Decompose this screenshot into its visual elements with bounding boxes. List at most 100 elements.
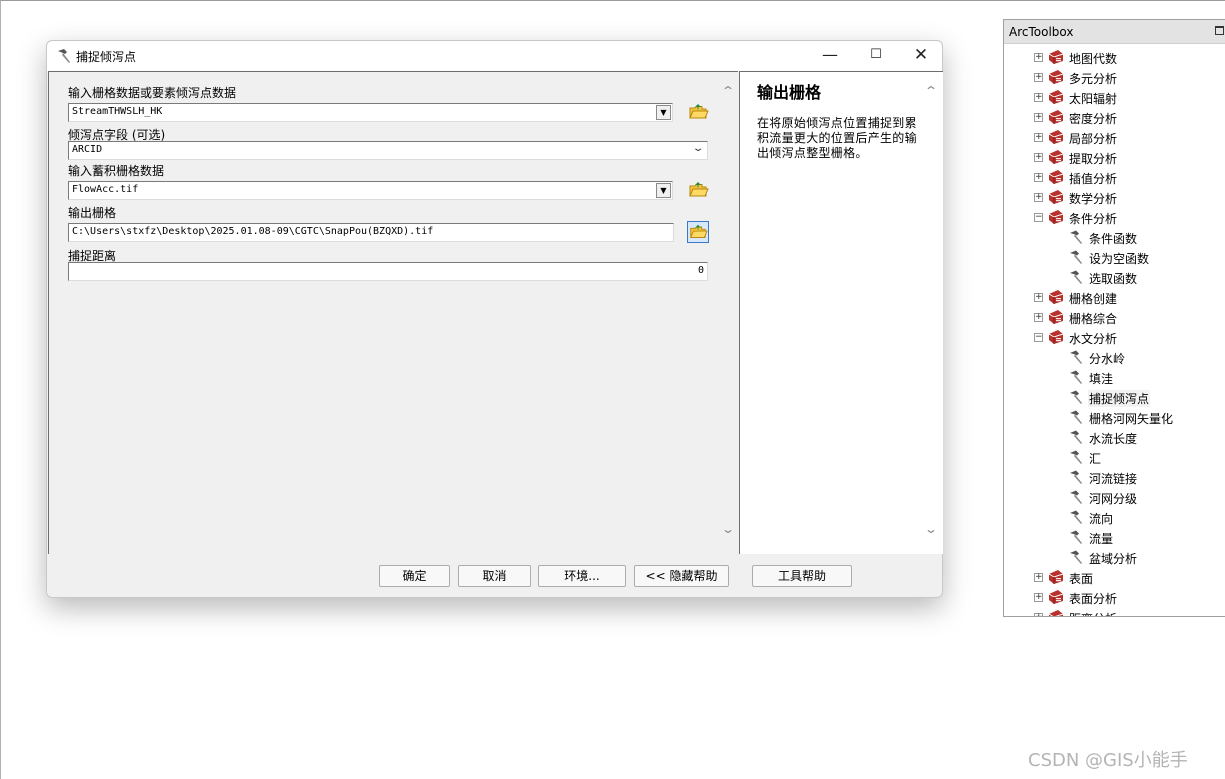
output-raster-input[interactable]: C:\Users\stxfz\Desktop\2025.01.08-09\CGT… bbox=[68, 223, 674, 242]
toolset-icon bbox=[1048, 170, 1064, 184]
pour-field-select[interactable]: ARCID ⌄ bbox=[68, 141, 708, 160]
tool-help-button[interactable]: 工具帮助 bbox=[752, 565, 852, 587]
tool-label: 流向 bbox=[1089, 512, 1114, 526]
maximize-button[interactable]: ☐ bbox=[853, 41, 899, 71]
tool-item[interactable]: 栅格河网矢量化 bbox=[1004, 407, 1225, 427]
tool-item[interactable]: 河流链接 bbox=[1004, 467, 1225, 487]
toolset-label: 数学分析 bbox=[1069, 192, 1118, 206]
tool-item[interactable]: 条件函数 bbox=[1004, 227, 1225, 247]
toolset-item[interactable]: + 提取分析 bbox=[1004, 147, 1225, 167]
tool-label: 条件函数 bbox=[1089, 232, 1138, 246]
tool-item[interactable]: 河网分级 bbox=[1004, 487, 1225, 507]
toolset-item[interactable]: + 局部分析 bbox=[1004, 127, 1225, 147]
toolset-icon bbox=[1048, 330, 1064, 344]
expand-icon[interactable]: + bbox=[1034, 73, 1043, 82]
environments-button[interactable]: 环境... bbox=[538, 565, 626, 587]
toolset-icon bbox=[1048, 90, 1064, 104]
pour-field-value: ARCID bbox=[72, 144, 103, 155]
toolset-item[interactable]: − 水文分析 bbox=[1004, 327, 1225, 347]
hammer-icon bbox=[1070, 390, 1082, 404]
collapse-icon[interactable]: − bbox=[1034, 213, 1043, 222]
toolset-item[interactable]: − 条件分析 bbox=[1004, 207, 1225, 227]
tool-item[interactable]: 选取函数 bbox=[1004, 267, 1225, 287]
toolset-icon bbox=[1048, 110, 1064, 124]
dropdown-arrow-icon[interactable]: ▼ bbox=[656, 105, 671, 120]
tool-label: 河网分级 bbox=[1089, 492, 1138, 506]
hammer-icon bbox=[1070, 230, 1082, 244]
accum-raster-combobox[interactable]: FlowAcc.tif ▼ bbox=[68, 181, 673, 200]
expand-icon[interactable]: + bbox=[1034, 53, 1043, 62]
toolset-item[interactable]: + 栅格综合 bbox=[1004, 307, 1225, 327]
browse-folder-icon[interactable] bbox=[687, 101, 709, 123]
tool-item[interactable]: 设为空函数 bbox=[1004, 247, 1225, 267]
expand-icon[interactable]: + bbox=[1034, 593, 1043, 602]
hide-help-button[interactable]: << 隐藏帮助 bbox=[634, 565, 729, 587]
tool-label: 流量 bbox=[1089, 532, 1114, 546]
arctoolbox-window: ArcToolbox + 地图代数 + 多元分析 + 太阳辐射 + 密度分析 + 局部分析 + 提取分… bbox=[1003, 19, 1225, 617]
toolset-item[interactable]: + 数学分析 bbox=[1004, 187, 1225, 207]
expand-icon[interactable]: + bbox=[1034, 93, 1043, 102]
scroll-up-icon[interactable]: ⌃ bbox=[721, 84, 735, 98]
toolset-item[interactable]: + 表面 bbox=[1004, 567, 1225, 587]
tool-item[interactable]: 分水岭 bbox=[1004, 347, 1225, 367]
toolset-label: 水文分析 bbox=[1069, 332, 1118, 346]
toolset-label: 栅格创建 bbox=[1069, 292, 1118, 306]
expand-icon[interactable]: + bbox=[1034, 293, 1043, 302]
ok-button[interactable]: 确定 bbox=[379, 565, 450, 587]
dropdown-arrow-icon[interactable]: ▼ bbox=[656, 183, 671, 198]
tool-item[interactable]: 捕捉倾泻点 bbox=[1004, 387, 1225, 407]
snap-distance-input[interactable]: 0 bbox=[68, 262, 708, 281]
toolset-item[interactable]: + 太阳辐射 bbox=[1004, 87, 1225, 107]
hammer-icon bbox=[1070, 510, 1082, 524]
expand-icon[interactable]: + bbox=[1034, 153, 1043, 162]
tool-label: 选取函数 bbox=[1089, 272, 1138, 286]
expand-icon[interactable]: + bbox=[1034, 113, 1043, 122]
tool-label: 栅格河网矢量化 bbox=[1089, 412, 1174, 426]
parameters-scrollbar[interactable]: ⌃ ⌄ bbox=[719, 72, 738, 554]
browse-folder-icon[interactable] bbox=[687, 179, 709, 201]
tool-item[interactable]: 填洼 bbox=[1004, 367, 1225, 387]
hammer-icon bbox=[1070, 430, 1082, 444]
help-text: 在将原始倾泻点位置捕捉到累积流量更大的位置后产生的输出倾泻点整型栅格。 bbox=[757, 116, 917, 160]
dialog-titlebar[interactable]: 捕捉倾泻点 — ☐ ✕ bbox=[47, 41, 942, 71]
expand-icon[interactable]: + bbox=[1034, 193, 1043, 202]
tool-item[interactable]: 水流长度 bbox=[1004, 427, 1225, 447]
toolset-item[interactable]: + 表面分析 bbox=[1004, 587, 1225, 607]
browse-folder-icon[interactable] bbox=[687, 221, 709, 243]
toolset-item[interactable]: + 密度分析 bbox=[1004, 107, 1225, 127]
expand-icon[interactable]: + bbox=[1034, 313, 1043, 322]
scroll-up-icon[interactable]: ⌃ bbox=[924, 84, 938, 98]
expand-icon[interactable]: + bbox=[1034, 173, 1043, 182]
hammer-icon bbox=[1070, 470, 1082, 484]
close-button[interactable]: ✕ bbox=[898, 41, 944, 71]
cancel-button[interactable]: 取消 bbox=[458, 565, 531, 587]
hammer-icon bbox=[1070, 550, 1082, 564]
tool-item[interactable]: 流向 bbox=[1004, 507, 1225, 527]
toolset-item[interactable]: + 栅格创建 bbox=[1004, 287, 1225, 307]
toolset-item[interactable]: + 插值分析 bbox=[1004, 167, 1225, 187]
expand-icon[interactable]: + bbox=[1034, 573, 1043, 582]
tool-label: 分水岭 bbox=[1089, 352, 1126, 366]
scroll-down-icon[interactable]: ⌄ bbox=[721, 522, 735, 536]
minimize-button[interactable]: — bbox=[807, 41, 853, 71]
toolset-item[interactable]: + 多元分析 bbox=[1004, 67, 1225, 87]
collapse-icon[interactable]: − bbox=[1034, 333, 1043, 342]
tool-item[interactable]: 盆域分析 bbox=[1004, 547, 1225, 567]
arctoolbox-header[interactable]: ArcToolbox bbox=[1004, 20, 1225, 44]
toolset-item[interactable]: + 地图代数 bbox=[1004, 47, 1225, 67]
tool-label: 汇 bbox=[1089, 452, 1102, 466]
chevron-down-icon[interactable]: ⌄ bbox=[692, 143, 705, 154]
expand-icon[interactable]: + bbox=[1034, 613, 1043, 616]
expand-icon[interactable]: + bbox=[1034, 133, 1043, 142]
parameters-panel: 输入栅格数据或要素倾泻点数据 StreamTHWSLH_HK ▼ 倾泻点字段 (… bbox=[48, 71, 738, 554]
tool-item[interactable]: 汇 bbox=[1004, 447, 1225, 467]
tool-item[interactable]: 流量 bbox=[1004, 527, 1225, 547]
toolset-icon bbox=[1048, 610, 1064, 616]
restore-window-icon[interactable] bbox=[1215, 26, 1224, 35]
toolset-item[interactable]: + 距离分析 bbox=[1004, 607, 1225, 616]
help-title: 输出栅格 bbox=[757, 83, 822, 102]
toolset-label: 栅格综合 bbox=[1069, 312, 1118, 326]
scroll-down-icon[interactable]: ⌄ bbox=[924, 522, 938, 536]
toolset-label: 距离分析 bbox=[1069, 610, 1117, 616]
input-raster-combobox[interactable]: StreamTHWSLH_HK ▼ bbox=[68, 103, 673, 122]
